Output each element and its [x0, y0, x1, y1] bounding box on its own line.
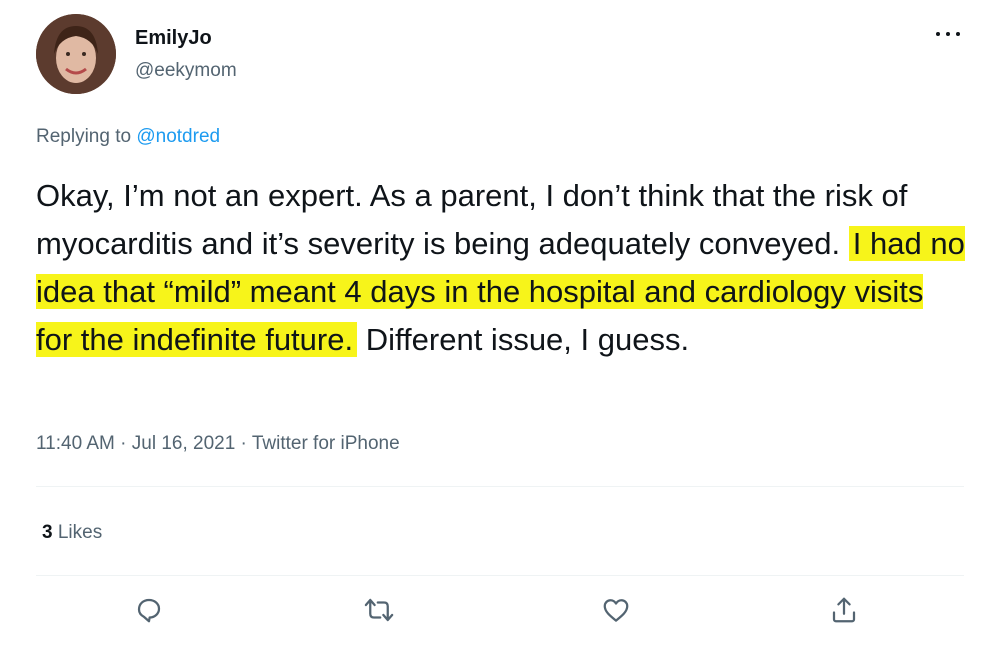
reply-icon: [137, 598, 161, 623]
reply-mention-link[interactable]: @notdred: [136, 126, 220, 147]
share-button[interactable]: [829, 595, 865, 631]
retweet-icon: [364, 598, 394, 622]
likes-label: Likes: [57, 522, 103, 543]
likes-count[interactable]: 3 Likes: [42, 522, 102, 544]
replying-to: Replying to @notdred: [36, 126, 220, 148]
reply-button[interactable]: [134, 595, 170, 631]
author-name[interactable]: EmilyJo: [135, 27, 212, 50]
retweet-button[interactable]: [364, 595, 400, 631]
author-handle[interactable]: @eekymom: [135, 60, 237, 82]
avatar-image: [36, 14, 116, 94]
tweet-text-after: Different issue, I guess.: [365, 322, 690, 357]
likes-number: 3: [42, 522, 53, 543]
like-icon: [603, 599, 629, 622]
divider: [36, 486, 964, 487]
divider: [36, 575, 964, 576]
share-icon: [832, 597, 856, 623]
tweet-text-before: Okay, I’m not an expert. As a parent, I …: [36, 178, 908, 261]
more-options-icon[interactable]: [932, 22, 964, 46]
tweet-timestamp[interactable]: 11:40 AM · Jul 16, 2021 · Twitter for iP…: [36, 433, 400, 455]
replying-prefix: Replying to: [36, 126, 132, 147]
tweet-text: Okay, I’m not an expert. As a parent, I …: [36, 172, 966, 364]
avatar[interactable]: [36, 14, 116, 94]
like-button[interactable]: [601, 595, 637, 631]
